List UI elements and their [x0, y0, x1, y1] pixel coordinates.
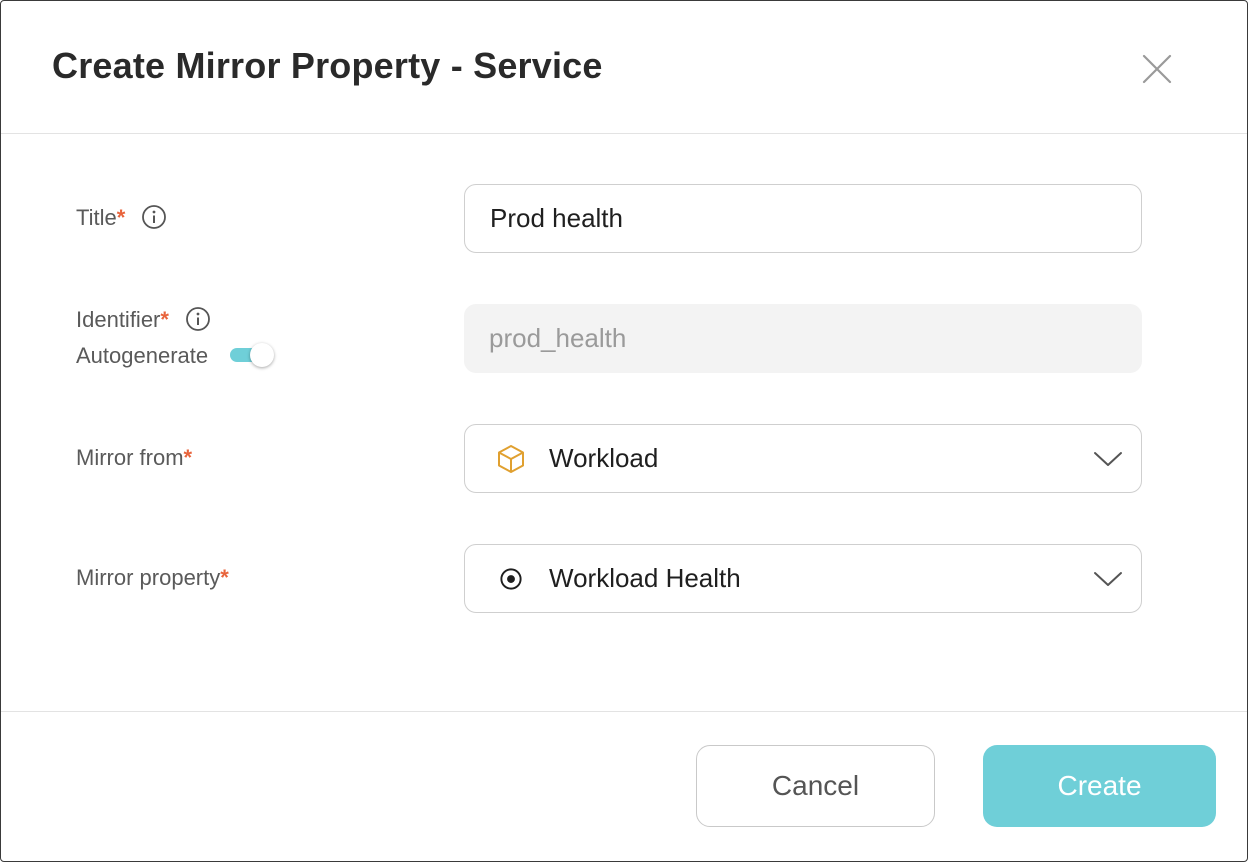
required-mark: *: [183, 445, 193, 470]
title-label-row: Title*: [76, 205, 167, 232]
cancel-button[interactable]: Cancel: [696, 745, 935, 827]
mirror-property-select[interactable]: Workload Health: [464, 544, 1142, 613]
title-input[interactable]: Prod health: [464, 184, 1142, 253]
chevron-down-icon: [1094, 452, 1122, 466]
autogenerate-toggle[interactable]: [230, 343, 275, 368]
identifier-label-row: Identifier*: [76, 307, 211, 334]
required-mark: *: [116, 205, 126, 230]
radio-dot-icon: [495, 563, 527, 595]
create-button[interactable]: Create: [983, 745, 1216, 827]
mirror-from-value: Workload: [549, 443, 659, 473]
info-icon[interactable]: [141, 204, 167, 230]
mirror-property-label-row: Mirror property*: [76, 565, 229, 591]
dialog-header: Create Mirror Property - Service: [1, 1, 1247, 134]
create-mirror-property-dialog: Create Mirror Property - Service Title* …: [0, 0, 1248, 862]
identifier-input-value: prod_health: [489, 323, 627, 353]
mirror-property-label: Mirror property: [76, 565, 221, 590]
mirror-from-label: Mirror from: [76, 445, 184, 470]
mirror-from-label-row: Mirror from*: [76, 445, 192, 471]
required-mark: *: [220, 565, 229, 590]
cube-icon: [495, 443, 527, 475]
footer-divider: [1, 711, 1247, 712]
autogenerate-label: Autogenerate: [76, 343, 209, 368]
mirror-from-select[interactable]: Workload: [464, 424, 1142, 493]
title-input-value: Prod health: [490, 203, 623, 233]
toggle-knob: [250, 343, 275, 368]
chevron-down-icon: [1094, 572, 1122, 586]
required-mark: *: [160, 307, 169, 332]
autogenerate-row: Autogenerate: [76, 343, 275, 369]
mirror-property-value: Workload Health: [549, 563, 741, 593]
dialog-title: Create Mirror Property - Service: [52, 45, 603, 86]
info-icon[interactable]: [185, 306, 211, 332]
close-icon[interactable]: [1141, 53, 1173, 85]
identifier-input[interactable]: prod_health: [464, 304, 1142, 373]
title-label: Title: [76, 205, 117, 230]
identifier-label: Identifier: [76, 307, 161, 332]
